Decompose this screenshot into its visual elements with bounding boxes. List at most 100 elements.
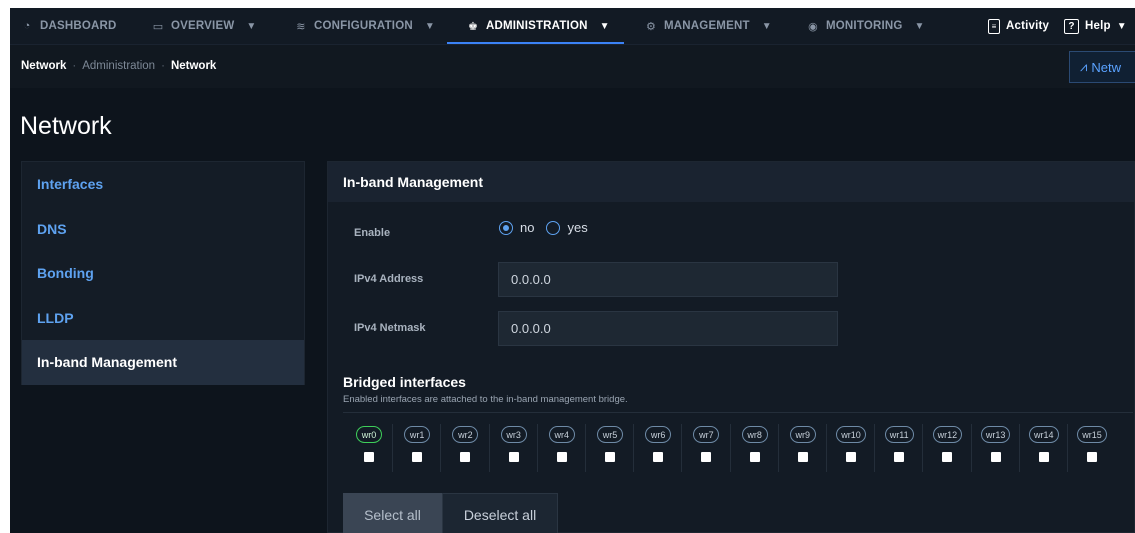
sidebar-item-lldp[interactable]: LLDP: [22, 296, 304, 341]
activity-label: Activity: [1006, 20, 1050, 32]
nav-label: MANAGEMENT: [664, 20, 750, 32]
users-icon: ♚: [467, 20, 479, 33]
interface-separator: [922, 424, 924, 472]
panel-title: In-band Management: [328, 162, 1134, 202]
interface-checkbox[interactable]: [894, 452, 905, 462]
interface-separator: [536, 424, 538, 472]
interface-checkbox[interactable]: [508, 452, 519, 462]
interface-item: wr4: [538, 424, 586, 476]
monitor-icon: ▭: [152, 20, 164, 33]
breadcrumb-bar: Network · Administration · Network ⩘ Netw: [10, 44, 1135, 88]
interface-checkbox[interactable]: [797, 452, 808, 462]
interface-item: wr10: [827, 424, 875, 476]
interface-badge: wr7: [693, 426, 720, 443]
page-title: Network: [20, 112, 112, 140]
radio-no-label: no: [520, 220, 535, 235]
interface-checkbox[interactable]: [460, 452, 471, 462]
gauge-icon: ◔: [23, 20, 31, 32]
nav-dashboard[interactable]: ◔ DASHBOARD: [20, 8, 117, 44]
breadcrumb-item[interactable]: Network: [21, 60, 66, 72]
nav-activity[interactable]: ≡ Activity: [988, 8, 1049, 44]
interface-badge: wr5: [597, 426, 623, 443]
ipv4-address-label: IPv4 Address: [354, 273, 424, 285]
interface-badge: wr14: [1029, 426, 1059, 443]
help-label: Help: [1085, 20, 1111, 32]
sidebar-item-dns[interactable]: DNS: [22, 207, 304, 252]
breadcrumb-item[interactable]: Administration: [82, 60, 155, 72]
interface-checkbox[interactable]: [1087, 452, 1097, 462]
interface-checkbox[interactable]: [1038, 452, 1049, 462]
caret-down-icon: ▼: [424, 20, 435, 32]
top-navigation: ◔ DASHBOARD ▭ OVERVIEW ▼ ≋ CONFIGURATION…: [10, 8, 1135, 44]
gear-icon: ⚙: [645, 20, 657, 33]
eye-icon: ◉: [808, 20, 818, 33]
interface-checkbox[interactable]: [605, 452, 615, 462]
interface-badge: wr11: [884, 426, 914, 443]
interface-separator: [585, 424, 586, 472]
interface-checkbox[interactable]: [749, 452, 760, 462]
radio-yes[interactable]: [546, 220, 561, 235]
divider: [343, 412, 1133, 413]
document-icon: ≡: [988, 18, 1000, 34]
interface-checkbox[interactable]: [701, 452, 712, 462]
interface-checkbox[interactable]: [364, 452, 374, 462]
interface-separator: [633, 424, 635, 472]
sidebar: Interfaces DNS Bonding LLDP In-band Mana…: [21, 161, 305, 385]
interface-separator: [440, 424, 442, 472]
pulse-icon: ⩘: [1080, 59, 1088, 74]
nav-label: DASHBOARD: [40, 20, 117, 32]
interface-checkbox[interactable]: [942, 452, 953, 462]
interface-badge: wr0: [356, 426, 382, 443]
select-all-button[interactable]: Select all: [343, 493, 442, 533]
nav-configuration[interactable]: ≋ CONFIGURATION ▼: [294, 8, 435, 44]
nav-overview[interactable]: ▭ OVERVIEW ▼: [151, 8, 257, 44]
interface-badge: wr6: [645, 426, 672, 443]
bridged-interfaces-subtitle: Enabled interfaces are attached to the i…: [343, 394, 628, 405]
nav-monitoring[interactable]: ◉ MONITORING ▼: [806, 8, 925, 44]
enable-radio-group: no yes: [499, 220, 588, 235]
interface-item: wr13: [972, 424, 1020, 476]
interface-item: wr9: [779, 424, 827, 476]
interface-badge: wr3: [500, 426, 527, 443]
caret-down-icon: ▼: [761, 20, 772, 32]
caret-down-icon: ▼: [246, 20, 257, 32]
deselect-all-button[interactable]: Deselect all: [442, 493, 558, 533]
sidebar-item-interfaces[interactable]: Interfaces: [22, 162, 304, 207]
radio-yes-label: yes: [567, 220, 588, 235]
interface-item: wr14: [1020, 424, 1068, 476]
sidebar-item-bonding[interactable]: Bonding: [22, 251, 304, 296]
interface-separator: [874, 424, 876, 472]
interface-item: wr15: [1068, 424, 1116, 476]
interface-checkbox[interactable]: [556, 452, 567, 462]
help-icon: ?: [1064, 18, 1079, 34]
interface-separator: [826, 424, 827, 472]
interface-separator: [392, 424, 394, 472]
enable-label: Enable: [354, 227, 391, 239]
interface-item: wr11: [875, 424, 923, 476]
nav-label: MONITORING: [826, 20, 903, 32]
network-action-button[interactable]: ⩘ Netw: [1069, 51, 1135, 83]
interface-badge: wr2: [452, 426, 479, 443]
interface-separator: [729, 424, 731, 472]
inband-management-panel: In-band Management Enable no yes IPv4 Ad…: [327, 161, 1135, 533]
radio-no[interactable]: [499, 220, 513, 235]
interface-checkbox[interactable]: [990, 452, 1001, 462]
ipv4-netmask-field[interactable]: 0.0.0.0: [498, 311, 838, 346]
nav-management[interactable]: ⚙ MANAGEMENT ▼: [644, 8, 772, 44]
interface-checkbox[interactable]: [412, 452, 423, 462]
interface-checkbox[interactable]: [653, 452, 664, 462]
interface-item: wr0: [345, 424, 393, 476]
interface-badge: wr1: [404, 426, 431, 443]
nav-administration[interactable]: ♚ ADMINISTRATION ▼: [466, 8, 610, 44]
interface-separator: [1018, 424, 1020, 472]
interface-separator: [488, 424, 490, 472]
interface-badge: wr13: [980, 426, 1011, 443]
ipv4-address-field[interactable]: 0.0.0.0: [498, 262, 838, 297]
interface-checkbox[interactable]: [846, 452, 856, 462]
sidebar-item-inband-management[interactable]: In-band Management: [22, 340, 304, 385]
caret-down-icon: ▼: [599, 20, 610, 32]
ipv4-netmask-label: IPv4 Netmask: [354, 322, 426, 334]
interface-separator: [970, 424, 972, 472]
nav-help[interactable]: ? Help ▼: [1064, 8, 1127, 44]
interface-badge: wr15: [1077, 426, 1107, 443]
